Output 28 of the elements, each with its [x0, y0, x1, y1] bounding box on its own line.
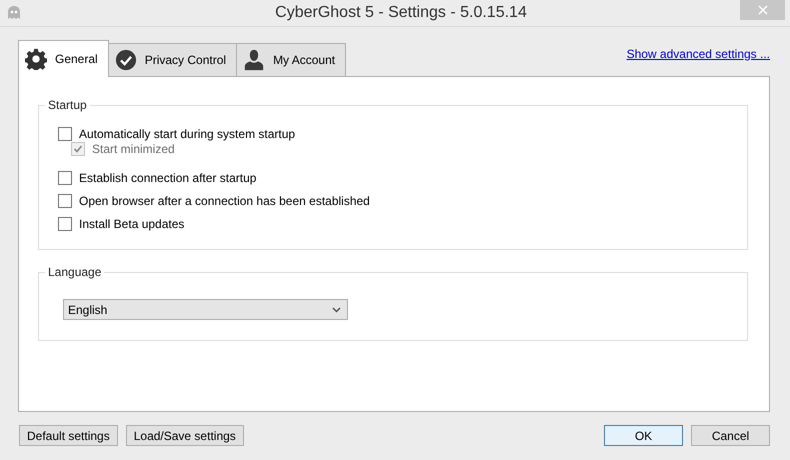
window-title: CyberGhost 5 - Settings - 5.0.15.14: [274, 4, 528, 22]
tab[interactable]: Privacy Control: [108, 43, 238, 76]
load-save-button[interactable]: Load/Save settings: [126, 425, 244, 446]
ok-button[interactable]: OK: [604, 425, 683, 446]
checkbox-label: Establish connection after startup: [79, 170, 256, 184]
caret-icon: [332, 306, 341, 312]
group-title: Startup: [45, 98, 90, 112]
tab[interactable]: My Account: [236, 43, 346, 76]
ghost-logo-icon: [6, 5, 22, 21]
checkbox[interactable]: [58, 126, 72, 140]
language-dropdown[interactable]: English: [63, 299, 348, 320]
gear-icon: [25, 48, 47, 70]
cancel-button[interactable]: Cancel: [691, 425, 770, 446]
checkbox-label: Automatically start during system startup: [79, 126, 296, 140]
check-icon: [114, 49, 137, 71]
group-title: Language: [45, 265, 104, 279]
checkbox[interactable]: [58, 194, 72, 208]
checkbox-label: Start minimized: [92, 142, 175, 156]
person-icon: [243, 49, 266, 71]
checkbox-label: Open browser after a connection has been established: [79, 194, 370, 208]
checkbox-label: Install Beta updates: [79, 216, 184, 230]
close-icon: [758, 5, 768, 15]
advanced-settings-link[interactable]: Show advanced settings ...: [626, 46, 770, 60]
checkbox[interactable]: [58, 216, 72, 230]
checkmark-icon: [73, 144, 83, 154]
checkbox[interactable]: [58, 170, 72, 184]
default-settings-button[interactable]: Default settings: [19, 425, 118, 446]
tab[interactable]: General: [18, 40, 109, 77]
